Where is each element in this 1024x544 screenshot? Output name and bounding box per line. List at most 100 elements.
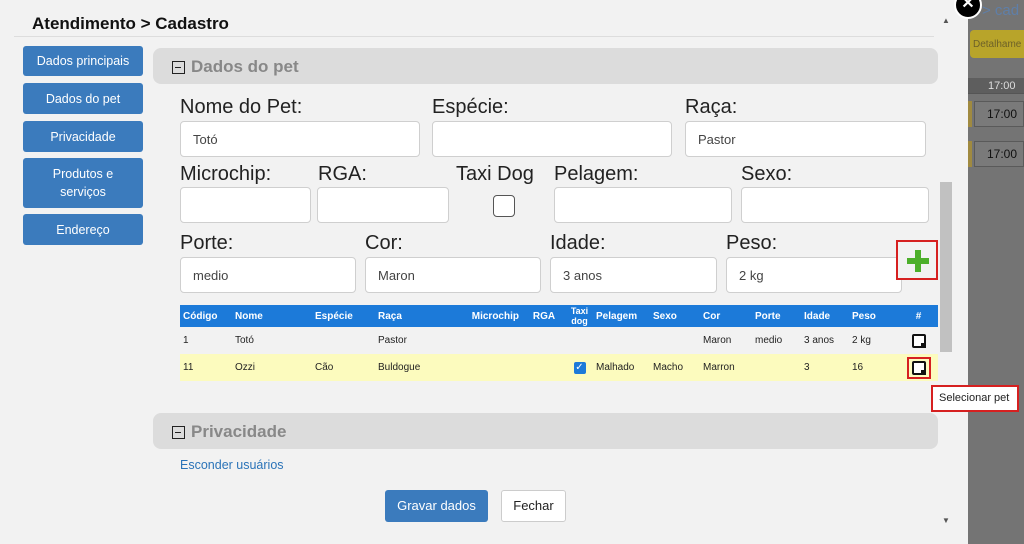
background-page: > cad Detalhame 17:00 17:00 17:00 [968,0,1024,544]
table-header-row: Código Nome Espécie Raça Microchip RGA T… [180,305,938,327]
sidebar-item-dados-do-pet[interactable]: Dados do pet [23,83,143,114]
header-cor[interactable]: Cor [700,305,752,327]
raca-label: Raça: [685,96,738,118]
cell-cor: Maron [700,327,752,354]
sidebar-item-produtos-servicos[interactable]: Produtos e serviços [23,158,143,208]
scroll-down-arrow-icon[interactable]: ▼ [942,516,950,525]
pelagem-label: Pelagem: [554,163,639,185]
modal-title: Atendimento > Cadastro [32,14,229,33]
rga-input[interactable] [317,187,449,223]
header-pelagem[interactable]: Pelagem [593,305,650,327]
divider [14,36,934,37]
tooltip: Selecionar pet [931,385,1019,412]
idade-input[interactable] [550,257,717,293]
header-sexo[interactable]: Sexo [650,305,700,327]
especie-label: Espécie: [432,96,509,118]
header-raca[interactable]: Raça [375,305,462,327]
especie-input[interactable] [432,121,672,157]
header-porte[interactable]: Porte [752,305,801,327]
sidebar-item-dados-principais[interactable]: Dados principais [23,46,143,76]
cell-sexo: Macho [650,354,700,381]
cell-actions [899,327,938,354]
taxi-dog-label: Taxi Dog [456,163,534,185]
cell-nome: Totó [232,327,312,354]
cell-porte [752,354,801,381]
hide-users-link[interactable]: Esconder usuários [180,458,284,472]
modal: Atendimento > Cadastro Dados principais … [0,0,968,544]
header-codigo[interactable]: Código [180,305,232,327]
taxi-dog-checkbox[interactable] [493,195,515,217]
taxi-dog-check-icon: ✓ [573,361,586,374]
header-microchip[interactable]: Microchip [462,305,522,327]
cell-rga [522,354,566,381]
cell-taxi-dog: ✓ [566,354,593,381]
section-title: Privacidade [191,422,287,441]
collapse-icon[interactable] [172,426,185,439]
background-button: Detalhame [970,30,1024,58]
sidebar-item-endereco[interactable]: Endereço [23,214,143,245]
background-row-header: 17:00 [968,78,1024,94]
rga-label: RGA: [318,163,367,185]
nome-label: Nome do Pet: [180,96,303,118]
header-nome[interactable]: Nome [232,305,312,327]
raca-input[interactable] [685,121,926,157]
cell-idade: 3 [801,354,849,381]
cell-codigo: 1 [180,327,232,354]
add-pet-button[interactable] [896,240,938,280]
sexo-input[interactable] [741,187,929,223]
table-row[interactable]: 1 Totó Pastor Maron medio 3 anos 2 kg [180,327,938,354]
select-pet-icon[interactable] [911,360,926,375]
pelagem-input[interactable] [554,187,732,223]
section-header-privacidade[interactable]: Privacidade [153,413,938,449]
peso-input[interactable] [726,257,902,293]
pets-table: Código Nome Espécie Raça Microchip RGA T… [180,305,938,381]
cell-especie [312,327,375,354]
header-peso[interactable]: Peso [849,305,899,327]
header-especie[interactable]: Espécie [312,305,375,327]
nome-input[interactable] [180,121,420,157]
section-title: Dados do pet [191,57,299,76]
sidebar-item-privacidade[interactable]: Privacidade [23,121,143,152]
cell-rga [522,327,566,354]
cell-codigo: 11 [180,354,232,381]
table-row[interactable]: 11 Ozzi Cão Buldogue ✓ Malhado Macho Mar… [180,354,938,381]
cell-especie: Cão [312,354,375,381]
section-header-dados-do-pet[interactable]: Dados do pet [153,48,938,84]
scrollbar-thumb[interactable] [940,182,952,352]
peso-label: Peso: [726,232,778,254]
save-button[interactable]: Gravar dados [385,490,488,522]
cell-porte: medio [752,327,801,354]
cell-peso: 16 [849,354,899,381]
cell-pelagem: Malhado [593,354,650,381]
idade-label: Idade: [550,232,606,254]
cell-raca: Pastor [375,327,462,354]
background-marker [968,101,972,127]
cell-taxi-dog [566,327,593,354]
cell-actions [899,354,938,381]
background-time-cell: 17:00 [974,141,1024,167]
header-rga[interactable]: RGA [522,305,566,327]
cell-microchip [462,327,522,354]
collapse-icon[interactable] [172,61,185,74]
porte-input[interactable] [180,257,356,293]
microchip-label: Microchip: [180,163,272,185]
cell-cor: Marron [700,354,752,381]
scroll-up-arrow-icon[interactable]: ▲ [942,16,950,25]
cell-nome: Ozzi [232,354,312,381]
select-pet-icon[interactable] [911,333,926,348]
close-button[interactable]: Fechar [501,490,566,522]
cell-pelagem [593,327,650,354]
background-title: > cad [982,2,1020,19]
porte-label: Porte: [180,232,234,254]
cell-raca: Buldogue [375,354,462,381]
microchip-input[interactable] [180,187,311,223]
header-actions: # [899,305,938,327]
cell-idade: 3 anos [801,327,849,354]
cell-microchip [462,354,522,381]
background-marker [968,141,972,167]
cell-peso: 2 kg [849,327,899,354]
header-taxi-dog[interactable]: Taxi dog [566,305,593,327]
header-idade[interactable]: Idade [801,305,849,327]
cor-input[interactable] [365,257,541,293]
sexo-label: Sexo: [741,163,793,185]
